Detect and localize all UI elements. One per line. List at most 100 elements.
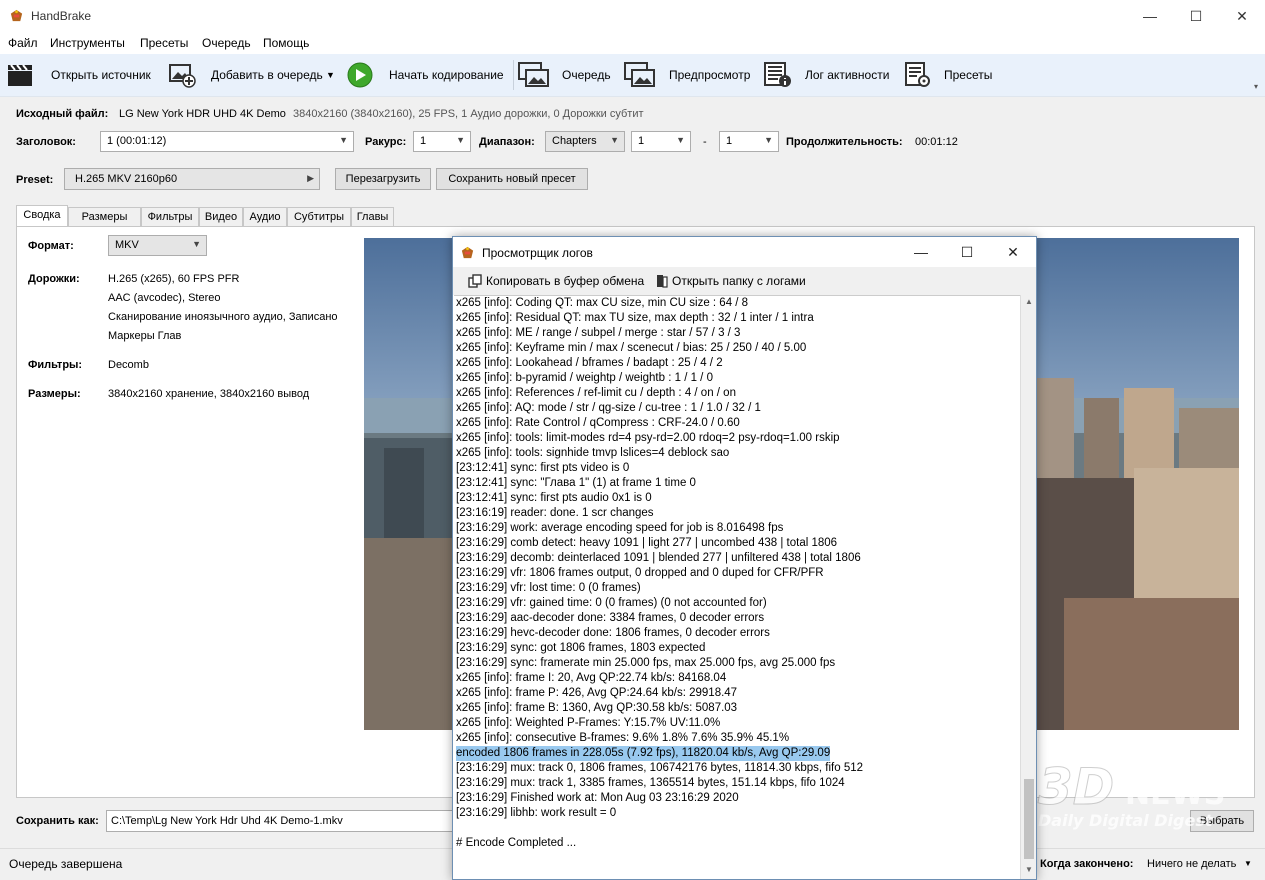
scroll-down-icon[interactable]: ▼ — [1025, 865, 1033, 874]
svg-text:NEWS: NEWS — [1125, 777, 1225, 812]
svg-text:3D: 3D — [1038, 758, 1114, 816]
chevron-down-icon[interactable]: ▼ — [1244, 859, 1252, 868]
size-value: 3840x2160 хранение, 3840x2160 вывод — [108, 388, 310, 400]
tab-chapters[interactable]: Главы — [351, 207, 394, 226]
log-line: x265 [info]: frame B: 1360, Avg QP:30.58… — [456, 702, 738, 714]
log-line: [23:12:41] sync: first pts audio 0x1 is … — [456, 492, 652, 504]
log-line: x265 [info]: Weighted P-Frames: Y:15.7% … — [456, 717, 721, 729]
tab-summary[interactable]: Сводка — [16, 205, 68, 226]
log-line: [23:16:29] mux: track 0, 1806 frames, 10… — [456, 762, 864, 774]
log-line: # Encode Completed ... — [456, 837, 577, 849]
log-line: [23:16:29] sync: got 1806 frames, 1803 e… — [456, 642, 706, 654]
format-select-value: MKV — [115, 239, 139, 251]
tab-audio[interactable]: Аудио — [243, 207, 287, 226]
copy-icon[interactable] — [468, 274, 482, 288]
presets-button[interactable]: Пресеты — [944, 68, 992, 82]
preview-icon[interactable] — [624, 62, 656, 88]
duration-value: 00:01:12 — [915, 136, 958, 148]
log-line: x265 [info]: Lookahead / bframes / badap… — [456, 357, 723, 369]
range-from-value: 1 — [638, 135, 645, 147]
menu-presets[interactable]: Пресеты — [140, 36, 188, 50]
add-queue-icon[interactable] — [168, 62, 196, 88]
open-log-folder-button[interactable]: Открыть папку с логами — [672, 274, 806, 288]
folder-icon[interactable] — [655, 274, 669, 288]
range-from-select[interactable]: 1 ▼ — [631, 131, 691, 152]
menu-help[interactable]: Помощь — [263, 36, 309, 50]
close-icon[interactable]: ✕ — [1219, 0, 1265, 32]
log-line: [23:16:29] vfr: 1806 frames output, 0 dr… — [456, 567, 824, 579]
log-scrollbar-thumb[interactable] — [1024, 779, 1034, 859]
duration-label: Продолжительность: — [786, 136, 903, 148]
track-chapters: Маркеры Глав — [108, 330, 182, 342]
range-mode-select[interactable]: Chapters ▼ — [545, 131, 625, 152]
play-icon[interactable] — [346, 62, 374, 88]
when-done-select[interactable]: Ничего не делать — [1147, 858, 1236, 870]
angle-select[interactable]: 1 ▼ — [413, 131, 471, 152]
source-name: LG New York HDR UHD 4K Demo — [119, 108, 286, 120]
track-audio: AAC (avcodec), Stereo — [108, 292, 221, 304]
range-to-value: 1 — [726, 135, 733, 147]
log-line: x265 [info]: frame P: 426, Avg QP:24.64 … — [456, 687, 738, 699]
scroll-up-icon[interactable]: ▲ — [1025, 297, 1033, 306]
preset-label: Preset: — [16, 174, 54, 186]
maximize-icon[interactable]: ☐ — [1173, 0, 1219, 32]
log-line: [23:16:29] work: average encoding speed … — [456, 522, 784, 534]
menu-queue[interactable]: Очередь — [202, 36, 251, 50]
log-line: [23:16:29] Finished work at: Mon Aug 03 … — [456, 792, 739, 804]
start-encode-button[interactable]: Начать кодирование — [389, 68, 504, 82]
clapperboard-icon[interactable] — [6, 62, 34, 88]
add-to-queue-button[interactable]: Добавить в очередь — [211, 68, 323, 82]
track-foreign-audio: Сканирование иноязычного аудио, Записано — [108, 311, 338, 323]
svg-text:Daily Digital Digest: Daily Digital Digest — [1038, 811, 1214, 830]
chevron-down-icon: ▼ — [676, 135, 685, 145]
queue-button[interactable]: Очередь — [562, 68, 611, 82]
log-viewer-title: Просмотрщик логов — [482, 246, 593, 260]
source-label: Исходный файл: — [16, 108, 109, 120]
log-line: [23:16:29] aac-decoder done: 3384 frames… — [456, 612, 765, 624]
minimize-icon[interactable]: — — [898, 237, 944, 267]
maximize-icon[interactable]: ☐ — [944, 237, 990, 267]
range-to-select[interactable]: 1 ▼ — [719, 131, 779, 152]
format-label: Формат: — [28, 240, 74, 252]
menu-file[interactable]: Файл — [8, 36, 38, 50]
title-select[interactable]: 1 (00:01:12) ▼ — [100, 131, 354, 152]
menu-tools[interactable]: Инструменты — [50, 36, 125, 50]
title-select-value: 1 (00:01:12) — [107, 135, 167, 147]
toolbar-overflow-icon[interactable]: ▾ — [1254, 82, 1258, 91]
save-new-preset-button[interactable]: Сохранить новый пресет — [436, 168, 588, 190]
app-title: HandBrake — [31, 9, 92, 23]
log-scrollbar[interactable]: ▲ ▼ — [1020, 295, 1036, 879]
filters-value: Decomb — [108, 359, 149, 371]
tab-subtitles[interactable]: Субтитры — [287, 207, 351, 226]
app-titlebar: HandBrake — ☐ ✕ — [0, 0, 1265, 32]
close-icon[interactable]: ✕ — [990, 237, 1036, 267]
range-dash: - — [703, 136, 707, 148]
format-select[interactable]: MKV ▼ — [108, 235, 207, 256]
copy-to-clipboard-button[interactable]: Копировать в буфер обмена — [486, 274, 644, 288]
log-line: [23:16:29] sync: framerate min 25.000 fp… — [456, 657, 836, 669]
open-source-button[interactable]: Открыть источник — [51, 68, 151, 82]
log-text-area[interactable]: x265 [info]: Coding QT: max CU size, min… — [454, 295, 1020, 879]
log-line: [23:16:19] reader: done. 1 scr changes — [456, 507, 654, 519]
log-line: x265 [info]: Residual QT: max TU size, m… — [456, 312, 814, 324]
save-as-label: Сохранить как: — [16, 815, 99, 827]
activity-log-icon[interactable] — [764, 62, 792, 88]
preset-select[interactable]: H.265 MKV 2160p60 ▶ — [64, 168, 320, 190]
angle-label: Ракурс: — [365, 136, 407, 148]
chevron-down-icon[interactable]: ▼ — [326, 70, 335, 80]
status-text: Очередь завершена — [9, 857, 123, 871]
log-line: x265 [info]: Keyframe min / max / scenec… — [456, 342, 807, 354]
tab-dimensions[interactable]: Размеры — [68, 207, 141, 226]
chevron-right-icon: ▶ — [307, 173, 314, 183]
activity-log-button[interactable]: Лог активности — [805, 68, 889, 82]
tab-video[interactable]: Видео — [199, 207, 243, 226]
tab-filters[interactable]: Фильтры — [141, 207, 199, 226]
preview-button[interactable]: Предпросмотр — [669, 68, 750, 82]
save-path-input[interactable]: C:\Temp\Lg New York Hdr Uhd 4K Demo-1.mk… — [106, 810, 466, 832]
presets-icon[interactable] — [904, 62, 932, 88]
reload-preset-button[interactable]: Перезагрузить — [335, 168, 431, 190]
queue-icon[interactable] — [518, 62, 550, 88]
log-line: [23:16:29] comb detect: heavy 1091 | lig… — [456, 537, 838, 549]
minimize-icon[interactable]: — — [1127, 0, 1173, 32]
log-line: x265 [info]: References / ref-limit cu /… — [456, 387, 736, 399]
